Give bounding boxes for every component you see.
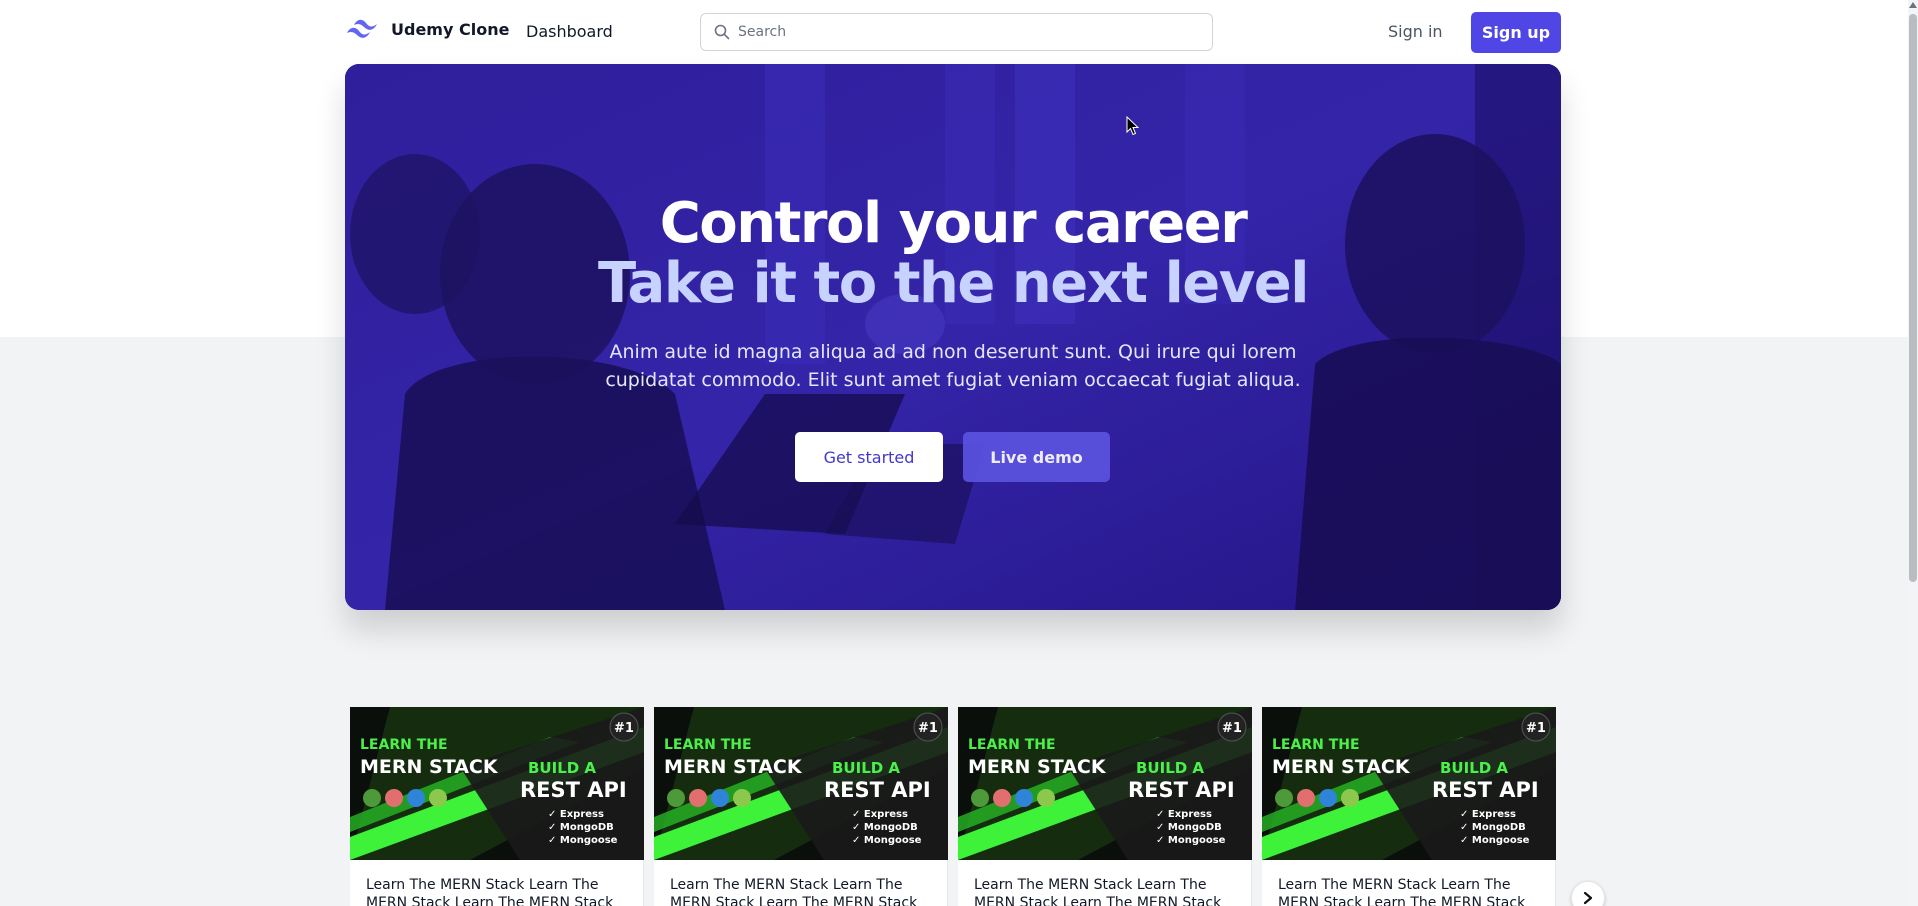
course-badge: #1	[918, 721, 938, 736]
scroll-thumb[interactable]	[1909, 14, 1917, 582]
svg-text:LEARN THE: LEARN THE	[664, 737, 752, 753]
svg-text:REST API: REST API	[1128, 778, 1235, 802]
course-badge: #1	[1222, 721, 1242, 736]
search-box[interactable]	[700, 13, 1213, 51]
search-icon	[714, 24, 730, 40]
search-input[interactable]	[738, 24, 1198, 40]
svg-text:✓ Mongoose: ✓ Mongoose	[1156, 835, 1226, 846]
svg-text:MERN STACK: MERN STACK	[968, 756, 1107, 778]
course-title[interactable]: Learn The MERN Stack Learn The MERN Stac…	[974, 876, 1244, 906]
svg-text:✓ MongoDB: ✓ MongoDB	[852, 822, 918, 833]
svg-text:BUILD A: BUILD A	[832, 759, 900, 777]
course-card[interactable]: #1 LEARN THE MERN STACK BUILD A REST API…	[350, 707, 644, 906]
svg-text:LEARN THE: LEARN THE	[1272, 737, 1360, 753]
course-card[interactable]: #1 LEARN THE MERN STACK BUILD A REST API…	[958, 707, 1252, 906]
course-title[interactable]: Learn The MERN Stack Learn The MERN Stac…	[670, 876, 940, 906]
svg-text:✓ Express: ✓ Express	[852, 809, 908, 820]
svg-text:✓ Express: ✓ Express	[1460, 809, 1516, 820]
svg-text:✓ MongoDB: ✓ MongoDB	[1460, 822, 1526, 833]
svg-text:BUILD A: BUILD A	[1440, 759, 1508, 777]
svg-text:✓ Express: ✓ Express	[548, 809, 604, 820]
svg-text:MERN STACK: MERN STACK	[1272, 756, 1411, 778]
course-title[interactable]: Learn The MERN Stack Learn The MERN Stac…	[366, 876, 636, 906]
course-carousel: #1 LEARN THE MERN STACK BUILD A REST API…	[350, 707, 1556, 906]
mouse-cursor-icon	[1126, 116, 1140, 136]
hero-title: Control your career	[659, 191, 1248, 256]
course-thumbnail: #1 LEARN THE MERN STACK BUILD A REST API…	[654, 707, 948, 860]
course-card[interactable]: #1 LEARN THE MERN STACK BUILD A REST API…	[1262, 707, 1556, 906]
sign-up-button[interactable]: Sign up	[1471, 12, 1561, 53]
get-started-button[interactable]: Get started	[795, 432, 943, 482]
svg-text:LEARN THE: LEARN THE	[968, 737, 1056, 753]
course-thumbnail: #1 LEARN THE MERN STACK BUILD A REST API…	[958, 707, 1252, 860]
svg-text:BUILD A: BUILD A	[528, 759, 596, 777]
svg-text:REST API: REST API	[824, 778, 931, 802]
course-title[interactable]: Learn The MERN Stack Learn The MERN Stac…	[1278, 876, 1548, 906]
hero-subtitle: Take it to the next level	[598, 251, 1309, 316]
brand-name: Udemy Clone	[391, 19, 510, 39]
svg-text:MERN STACK: MERN STACK	[664, 756, 803, 778]
course-thumbnail: #1 LEARN THE MERN STACK BUILD A REST API…	[350, 707, 644, 860]
page-scrollbar[interactable]	[1908, 0, 1918, 906]
nav-dashboard-link[interactable]: Dashboard	[526, 22, 613, 41]
course-thumbnail: #1 LEARN THE MERN STACK BUILD A REST API…	[1262, 707, 1556, 860]
svg-text:✓ Mongoose: ✓ Mongoose	[852, 835, 922, 846]
svg-text:✓ Mongoose: ✓ Mongoose	[548, 835, 618, 846]
course-badge: #1	[614, 721, 634, 736]
svg-text:REST API: REST API	[1432, 778, 1539, 802]
hero-description: Anim aute id magna aliqua ad ad non dese…	[605, 341, 1301, 391]
svg-text:MERN STACK: MERN STACK	[360, 756, 499, 778]
top-navbar: Udemy Clone Dashboard Sign in Sign up	[345, 12, 1561, 53]
svg-text:BUILD A: BUILD A	[1136, 759, 1204, 777]
svg-text:LEARN THE: LEARN THE	[360, 737, 448, 753]
live-demo-button[interactable]: Live demo	[963, 432, 1110, 482]
logo-link[interactable]: Udemy Clone	[345, 18, 509, 40]
hero-banner: Control your career Take it to the next …	[345, 64, 1561, 610]
svg-text:✓ Express: ✓ Express	[1156, 809, 1212, 820]
hero-content: Control your career Take it to the next …	[345, 64, 1561, 610]
sign-in-button[interactable]: Sign in	[1388, 22, 1443, 41]
svg-text:✓ MongoDB: ✓ MongoDB	[548, 822, 614, 833]
svg-text:✓ Mongoose: ✓ Mongoose	[1460, 835, 1530, 846]
svg-text:REST API: REST API	[520, 778, 627, 802]
course-badge: #1	[1526, 721, 1546, 736]
logo-wave-icon	[345, 18, 381, 40]
chevron-right-icon	[1583, 891, 1593, 905]
course-card[interactable]: #1 LEARN THE MERN STACK BUILD A REST API…	[654, 707, 948, 906]
scroll-up-arrow-icon[interactable]	[1909, 2, 1917, 8]
svg-text:✓ MongoDB: ✓ MongoDB	[1156, 822, 1222, 833]
